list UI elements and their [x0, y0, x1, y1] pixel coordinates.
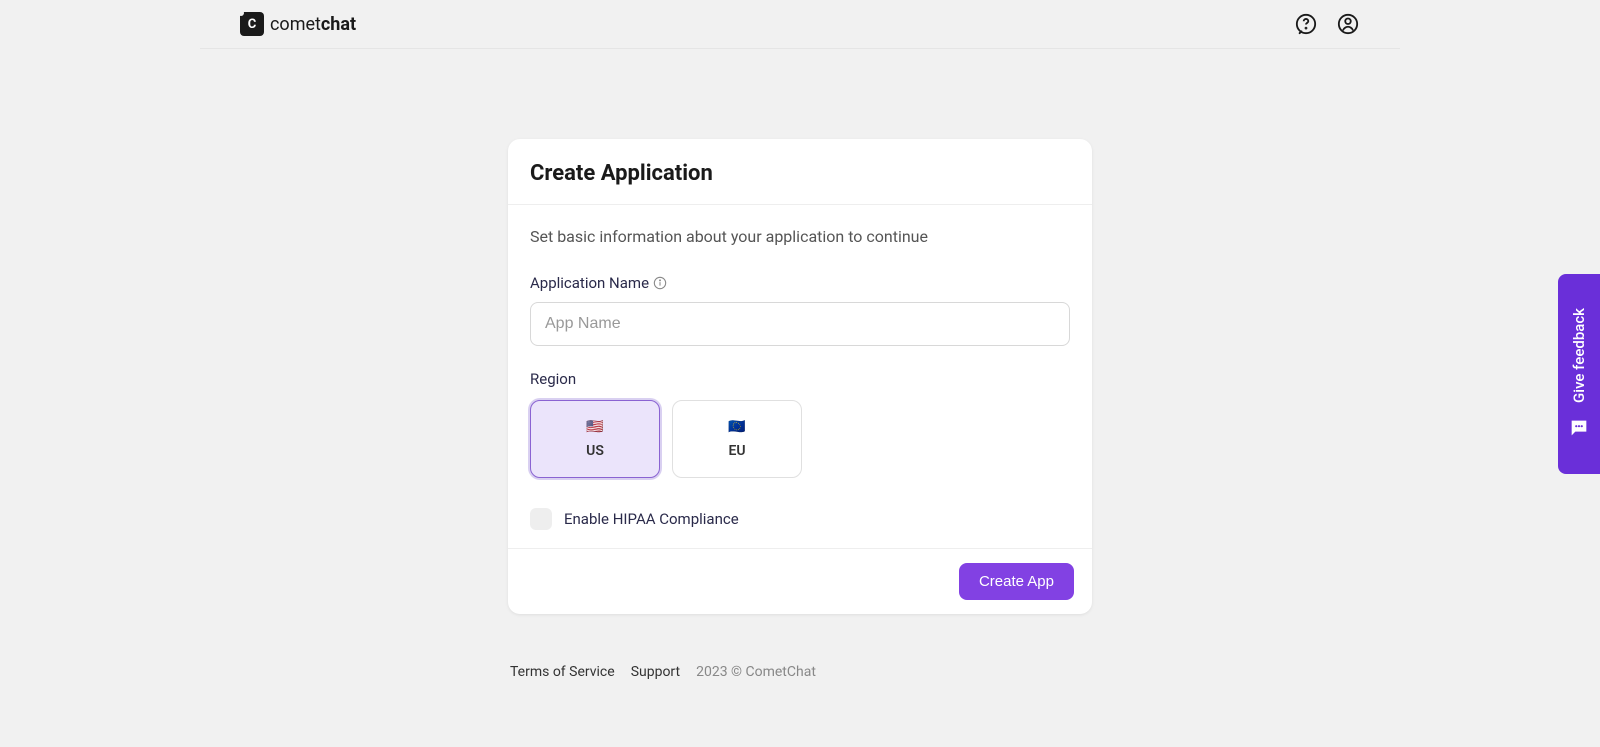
- chat-icon: [1568, 417, 1590, 439]
- help-icon[interactable]: [1294, 12, 1318, 36]
- region-option-us[interactable]: 🇺🇸 US: [530, 400, 660, 478]
- app-name-input[interactable]: [530, 302, 1070, 346]
- logo[interactable]: C cometchat: [240, 12, 356, 36]
- card-header: Create Application: [508, 139, 1092, 205]
- region-options: 🇺🇸 US 🇪🇺 EU: [530, 400, 1070, 478]
- hipaa-label: Enable HIPAA Compliance: [564, 510, 739, 528]
- create-app-card: Create Application Set basic information…: [508, 139, 1092, 614]
- feedback-tab[interactable]: Give feedback: [1558, 274, 1600, 474]
- hipaa-checkbox[interactable]: [530, 508, 552, 530]
- region-option-eu[interactable]: 🇪🇺 EU: [672, 400, 802, 478]
- terms-link[interactable]: Terms of Service: [510, 664, 615, 680]
- footer: Terms of Service Support 2023 © CometCha…: [508, 664, 1092, 680]
- header: C cometchat: [200, 0, 1400, 49]
- region-label-eu: EU: [728, 443, 745, 459]
- hipaa-row: Enable HIPAA Compliance: [530, 508, 1070, 530]
- copyright: 2023 © CometChat: [696, 664, 816, 680]
- profile-icon[interactable]: [1336, 12, 1360, 36]
- create-app-button[interactable]: Create App: [959, 563, 1074, 600]
- header-actions: [1294, 12, 1360, 36]
- info-icon[interactable]: [653, 276, 667, 290]
- feedback-label: Give feedback: [1570, 308, 1588, 403]
- card-footer: Create App: [508, 548, 1092, 614]
- region-label: Region: [530, 370, 1070, 388]
- card-body: Set basic information about your applica…: [508, 205, 1092, 548]
- logo-text: cometchat: [270, 14, 356, 35]
- support-link[interactable]: Support: [631, 664, 680, 680]
- region-label-us: US: [586, 443, 604, 459]
- app-name-label: Application Name: [530, 274, 1070, 292]
- logo-letter: C: [248, 17, 257, 32]
- card-title: Create Application: [530, 161, 1070, 186]
- flag-icon-us: 🇺🇸: [586, 419, 603, 435]
- card-subtitle: Set basic information about your applica…: [530, 227, 1070, 246]
- logo-icon: C: [240, 12, 264, 36]
- flag-icon-eu: 🇪🇺: [728, 419, 745, 435]
